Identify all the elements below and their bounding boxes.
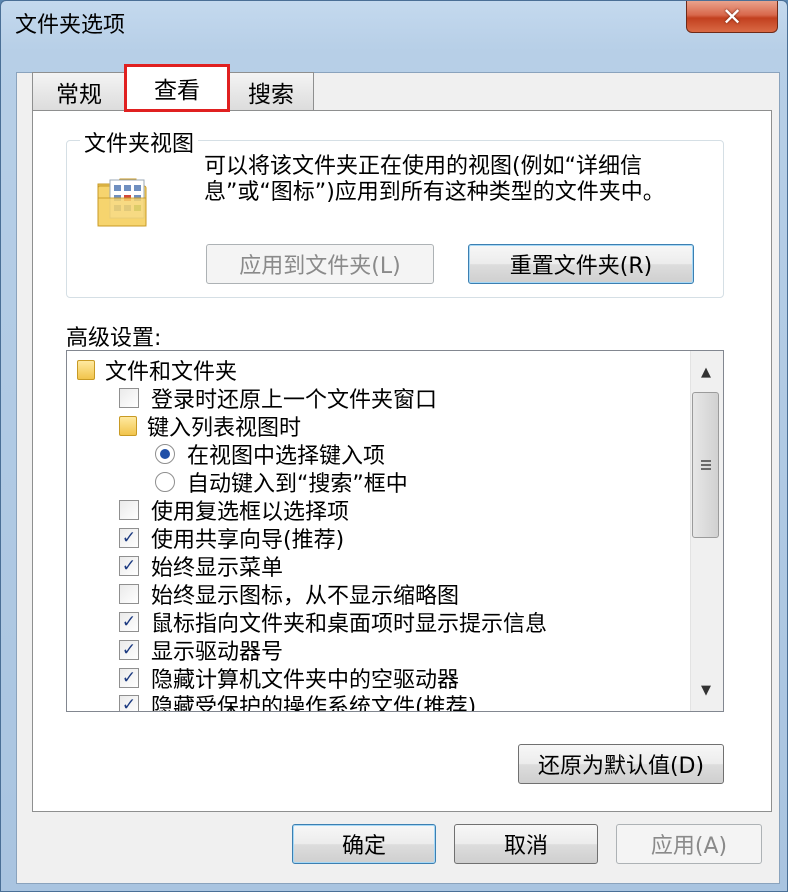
tree-item-hide-protected-files[interactable]: ✓ 隐藏受保护的操作系统文件(推荐) bbox=[119, 691, 477, 712]
radio-unselected[interactable] bbox=[155, 472, 175, 492]
grip-icon bbox=[700, 460, 711, 470]
reset-folders-button[interactable]: 重置文件夹(R) bbox=[468, 244, 694, 284]
tree-item-restore-windows[interactable]: 登录时还原上一个文件夹窗口 bbox=[119, 384, 437, 413]
checkbox-unchecked[interactable] bbox=[119, 500, 139, 520]
restore-defaults-button[interactable]: 还原为默认值(D) bbox=[518, 744, 724, 784]
checkbox-checked[interactable]: ✓ bbox=[119, 528, 139, 548]
checkbox-checked[interactable]: ✓ bbox=[119, 668, 139, 688]
tree-item-always-show-icons[interactable]: 始终显示图标，从不显示缩略图 bbox=[119, 580, 459, 609]
cancel-button[interactable]: 取消 bbox=[454, 824, 598, 864]
folder-icon bbox=[119, 416, 137, 436]
checkbox-unchecked[interactable] bbox=[119, 584, 139, 604]
ok-button[interactable]: 确定 bbox=[292, 824, 436, 864]
apply-to-folders-button[interactable]: 应用到文件夹(L) bbox=[206, 244, 434, 284]
folder-view-icon bbox=[96, 176, 150, 228]
scroll-down-arrow-icon[interactable]: ▼ bbox=[696, 680, 716, 700]
tree-item-use-checkboxes[interactable]: 使用复选框以选择项 bbox=[119, 496, 349, 525]
advanced-settings-label: 高级设置: bbox=[66, 326, 162, 351]
checkbox-unchecked[interactable] bbox=[119, 388, 139, 408]
scrollbar-thumb[interactable] bbox=[692, 392, 719, 538]
close-icon: ✕ bbox=[721, 2, 743, 31]
tab-view[interactable]: 查看 bbox=[124, 64, 230, 112]
tree-item-type-into-search[interactable]: 自动键入到“搜索”框中 bbox=[155, 468, 408, 497]
radio-selected[interactable] bbox=[155, 444, 175, 464]
checkbox-checked[interactable]: ✓ bbox=[119, 556, 139, 576]
tree-item-label: 隐藏受保护的操作系统文件(推荐) bbox=[151, 695, 477, 712]
scroll-up-arrow-icon[interactable]: ▲ bbox=[696, 362, 716, 382]
folder-views-description: 可以将该文件夹正在使用的视图(例如“详细信息”或“图标”)应用到所有这种类型的文… bbox=[204, 154, 665, 205]
tree-item-select-typed-item[interactable]: 在视图中选择键入项 bbox=[155, 440, 385, 469]
window-title: 文件夹选项 bbox=[15, 13, 126, 38]
checkbox-checked[interactable]: ✓ bbox=[119, 695, 139, 711]
tree-item-sharing-wizard[interactable]: ✓ 使用共享向导(推荐) bbox=[119, 524, 344, 553]
folder-views-title: 文件夹视图 bbox=[80, 126, 199, 158]
tab-search[interactable]: 搜索 bbox=[228, 72, 314, 110]
tree-group-files-and-folders: 文件和文件夹 bbox=[77, 356, 237, 385]
tree-item-show-drive-letters[interactable]: ✓ 显示驱动器号 bbox=[119, 636, 283, 665]
close-button[interactable]: ✕ bbox=[686, 1, 778, 33]
tree-item-hide-empty-drives[interactable]: ✓ 隐藏计算机文件夹中的空驱动器 bbox=[119, 664, 459, 693]
tree-item-always-show-menus[interactable]: ✓ 始终显示菜单 bbox=[119, 552, 283, 581]
apply-button[interactable]: 应用(A) bbox=[616, 824, 762, 864]
tab-general[interactable]: 常规 bbox=[32, 72, 126, 110]
tree-group-typing-list-view: 键入列表视图时 bbox=[119, 412, 301, 441]
checkbox-checked[interactable]: ✓ bbox=[119, 612, 139, 632]
checkbox-checked[interactable]: ✓ bbox=[119, 640, 139, 660]
tree-item-show-pop-up-info[interactable]: ✓ 鼠标指向文件夹和桌面项时显示提示信息 bbox=[119, 608, 547, 637]
folder-icon bbox=[77, 360, 95, 380]
advanced-settings-tree[interactable]: 文件和文件夹 登录时还原上一个文件夹窗口 键入列表视图时 在视图中选择键入项 自… bbox=[66, 350, 724, 712]
